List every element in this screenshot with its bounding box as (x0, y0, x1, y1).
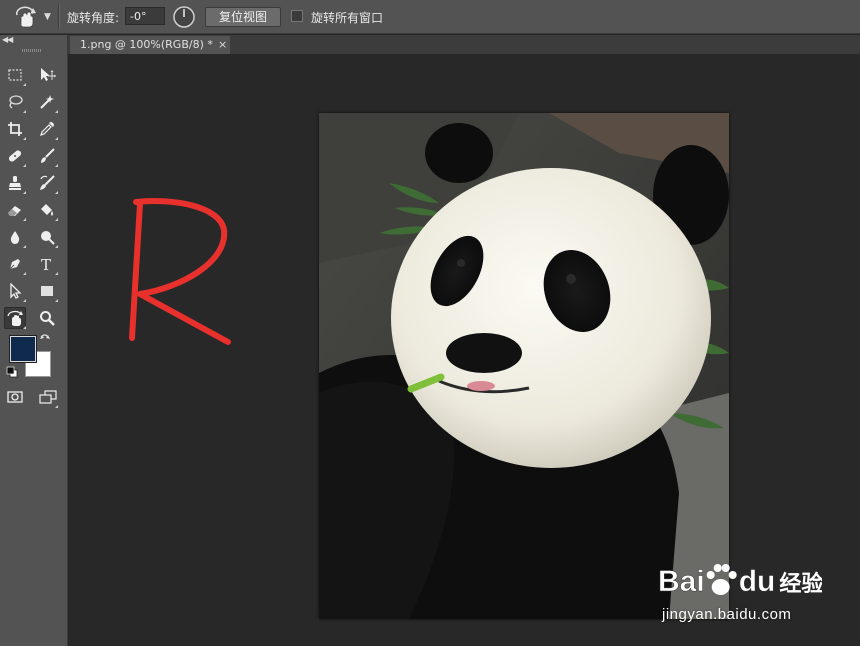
lasso-icon (9, 95, 23, 109)
screen-mode-icon (39, 390, 57, 404)
clone-stamp-tool[interactable] (4, 172, 26, 194)
blur-icon (10, 231, 20, 244)
default-colors-icon[interactable] (6, 366, 18, 378)
rectangle-shape-icon (41, 286, 53, 296)
rectangle-shape-tool[interactable] (36, 280, 58, 302)
crop-tool[interactable] (4, 118, 26, 140)
clone-stamp-icon (9, 176, 21, 190)
blur-tool[interactable] (4, 226, 26, 248)
tools-panel: ◀◀ T (0, 35, 68, 646)
document-tab-bar: 1.png @ 100%(RGB/8) * × (68, 35, 860, 54)
rotate-all-windows-label: 旋转所有窗口 (311, 11, 384, 25)
svg-text:T: T (41, 256, 51, 272)
eyedropper-tool[interactable] (36, 118, 58, 140)
options-bar: ▼ 旋转角度: 复位视图 旋转所有窗口 (0, 0, 860, 34)
type-icon: T (41, 256, 51, 272)
quick-mask-icon (7, 391, 23, 403)
annotation-letter-r (129, 198, 231, 345)
path-selection-icon (10, 283, 22, 299)
svg-text:Bai: Bai (658, 565, 705, 598)
history-brush-tool[interactable] (36, 172, 58, 194)
options-divider (58, 5, 59, 29)
eraser-tool[interactable] (4, 199, 26, 221)
healing-brush-icon (8, 150, 22, 162)
svg-text:经验: 经验 (779, 571, 822, 597)
chevron-down-icon: ▼ (44, 12, 51, 22)
rotation-dial[interactable] (172, 5, 196, 29)
pen-icon (9, 259, 20, 270)
rotate-all-windows-checkbox[interactable] (291, 10, 303, 22)
collapse-panel-icon[interactable]: ◀◀ (2, 35, 13, 44)
magic-wand-icon (40, 95, 54, 109)
rotate-angle-input[interactable] (125, 7, 165, 25)
lasso-tool[interactable] (4, 91, 26, 113)
document-tab[interactable]: 1.png @ 100%(RGB/8) * × (70, 36, 230, 54)
rotate-view-tool[interactable] (4, 307, 26, 329)
path-selection-tool[interactable] (4, 280, 26, 302)
pen-tool[interactable] (4, 253, 26, 275)
rotate-view-icon (16, 6, 36, 28)
screen-mode-tool[interactable] (36, 386, 58, 408)
baidu-watermark-url: jingyan.baidu.com (662, 606, 792, 623)
swap-colors-icon[interactable] (39, 333, 51, 345)
zoom-icon (40, 311, 55, 326)
panda-photo (319, 113, 729, 619)
move-tool[interactable] (36, 64, 58, 86)
tool-preset-picker[interactable]: ▼ (8, 5, 52, 29)
brush-tool[interactable] (36, 145, 58, 167)
type-tool[interactable]: T (36, 253, 58, 275)
eraser-icon (8, 206, 21, 216)
magic-wand-tool[interactable] (36, 91, 58, 113)
dodge-icon (41, 231, 55, 245)
rectangular-marquee-tool[interactable] (4, 64, 26, 86)
reset-view-button[interactable]: 复位视图 (205, 7, 281, 27)
dodge-tool[interactable] (36, 226, 58, 248)
zoom-tool[interactable] (36, 307, 58, 329)
rotate-view-icon (7, 310, 23, 326)
healing-brush-tool[interactable] (4, 145, 26, 167)
close-icon[interactable]: × (218, 36, 227, 54)
document-image[interactable] (319, 113, 729, 619)
quick-mask-tool[interactable] (4, 386, 26, 408)
paint-bucket-tool[interactable] (36, 199, 58, 221)
brush-icon (41, 148, 55, 163)
foreground-color-swatch[interactable] (10, 336, 36, 362)
svg-text:du: du (739, 565, 776, 598)
rotate-angle-label: 旋转角度: (67, 11, 120, 25)
paint-bucket-icon (41, 204, 53, 216)
document-tab-title: 1.png @ 100%(RGB/8) * (80, 38, 213, 51)
panel-grip[interactable] (22, 49, 42, 52)
rectangular-marquee-icon (8, 69, 22, 81)
paw-icon (706, 564, 737, 595)
history-brush-icon (40, 175, 55, 190)
eyedropper-icon (40, 122, 54, 136)
move-icon (41, 68, 56, 81)
crop-icon (8, 122, 22, 136)
baidu-watermark: Bai du 经验 (658, 564, 822, 598)
